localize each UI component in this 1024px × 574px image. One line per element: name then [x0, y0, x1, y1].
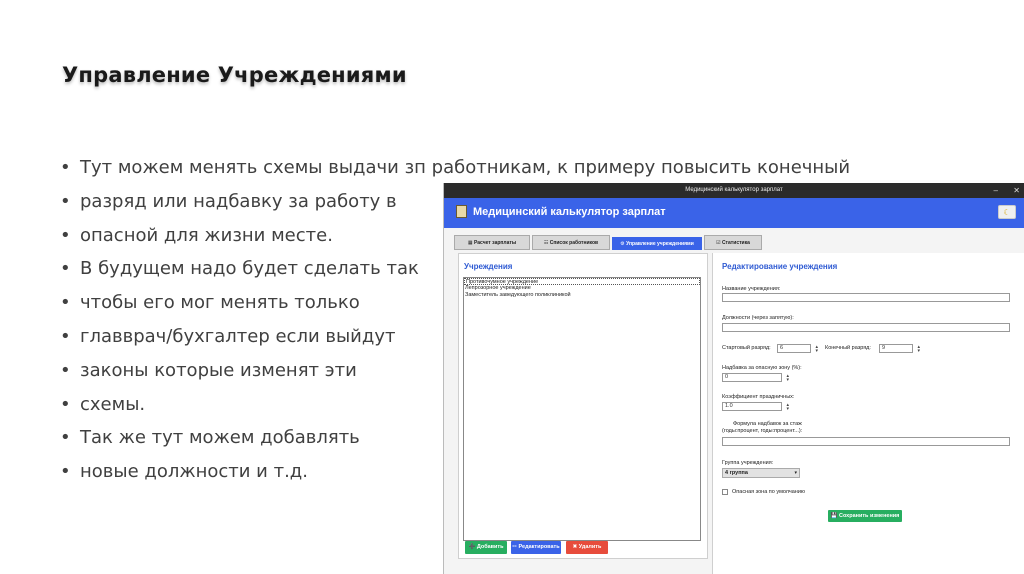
add-button[interactable]: ➕ Добавить: [465, 541, 507, 554]
formula-label: Формула надбавок за стаж: [733, 421, 802, 427]
tab-salary-calculation[interactable]: ▦ Расчет зарплаты: [454, 235, 530, 250]
holiday-coef-value: 1.0: [725, 403, 733, 409]
spinner-arrows-icon[interactable]: ▴ ▾: [786, 403, 789, 412]
window-title: Медицинский калькулятор зарплат: [685, 187, 783, 193]
institutions-panel: Учреждения Противочумное учреждение Лепр…: [458, 253, 708, 559]
list-item[interactable]: Заместитель заведующего поликлиникой: [464, 292, 700, 299]
formula-input[interactable]: [722, 437, 1010, 446]
name-input[interactable]: [722, 293, 1010, 302]
delete-button[interactable]: ✖ Удалить: [566, 541, 608, 554]
end-grade-spinner[interactable]: 9 ▴ ▾: [879, 344, 920, 354]
group-label: Группа учреждения:: [722, 460, 774, 466]
tab-statistics[interactable]: ☑ Статистика: [704, 235, 762, 250]
institutions-title: Учреждения: [464, 262, 513, 271]
app-header: Медицинский калькулятор зарплат ☾: [444, 198, 1024, 228]
edit-institution-panel: Редактирование учреждения Название учреж…: [712, 253, 1024, 574]
start-grade-spinner[interactable]: 6 ▴ ▾: [777, 344, 818, 354]
tab-institution-management[interactable]: ⚙ Управление учреждениями: [612, 237, 702, 250]
chevron-down-icon: ▾: [794, 470, 797, 476]
list-item[interactable]: Противочумное учреждение: [464, 278, 700, 285]
danger-bonus-spinner[interactable]: 0 ▴ ▾: [722, 373, 789, 383]
start-grade-label: Стартовый разряд:: [722, 345, 771, 351]
edit-button[interactable]: ✏ Редактировать: [511, 541, 561, 554]
institutions-list[interactable]: Противочумное учреждение Лепрозорное учр…: [463, 277, 701, 541]
app-window-screenshot: Медицинский калькулятор зарплат – ✕ Меди…: [443, 183, 1024, 574]
positions-input[interactable]: [722, 323, 1010, 332]
edit-institution-title: Редактирование учреждения: [722, 262, 838, 271]
tab-employee-list[interactable]: ☷ Список работников: [532, 235, 610, 250]
theme-toggle-button[interactable]: ☾: [998, 205, 1016, 219]
formula-label-hint: (годы:процент, годы:процент...):: [722, 428, 803, 434]
danger-bonus-label: Надбавка за опасную зону (%):: [722, 365, 802, 371]
list-item[interactable]: Лепрозорное учреждение: [464, 285, 700, 292]
spinner-arrows-icon[interactable]: ▴ ▾: [917, 345, 920, 354]
group-select[interactable]: 4 группа ▾: [722, 468, 800, 478]
start-grade-value: 6: [780, 345, 784, 351]
save-button[interactable]: 💾 Сохранить изменения: [828, 510, 902, 522]
positions-label: Должности (через запятую):: [722, 315, 794, 321]
spinner-arrows-icon[interactable]: ▴ ▾: [786, 374, 789, 383]
moon-icon: ☾: [1003, 208, 1011, 217]
danger-bonus-value: 0: [725, 374, 729, 380]
group-value: 4 группа: [725, 470, 748, 476]
end-grade-value: 9: [882, 345, 886, 351]
close-icon[interactable]: ✕: [1013, 183, 1020, 198]
holiday-coef-spinner[interactable]: 1.0 ▴ ▾: [722, 402, 789, 412]
hospital-icon: [456, 205, 467, 218]
slide-title: Управление Учреждениями: [62, 63, 407, 87]
holiday-coef-label: Коэффициент праздничных:: [722, 394, 795, 400]
window-titlebar: Медицинский калькулятор зарплат – ✕: [444, 183, 1024, 198]
spinner-arrows-icon[interactable]: ▴ ▾: [815, 345, 818, 354]
app-title: Медицинский калькулятор зарплат: [473, 206, 666, 218]
danger-default-label: Опасная зона по умолчанию: [732, 489, 806, 495]
minimize-icon[interactable]: –: [994, 183, 998, 198]
name-label: Название учреждения:: [722, 286, 781, 292]
end-grade-label: Конечный разряд:: [825, 345, 871, 351]
danger-default-checkbox[interactable]: [722, 489, 728, 495]
